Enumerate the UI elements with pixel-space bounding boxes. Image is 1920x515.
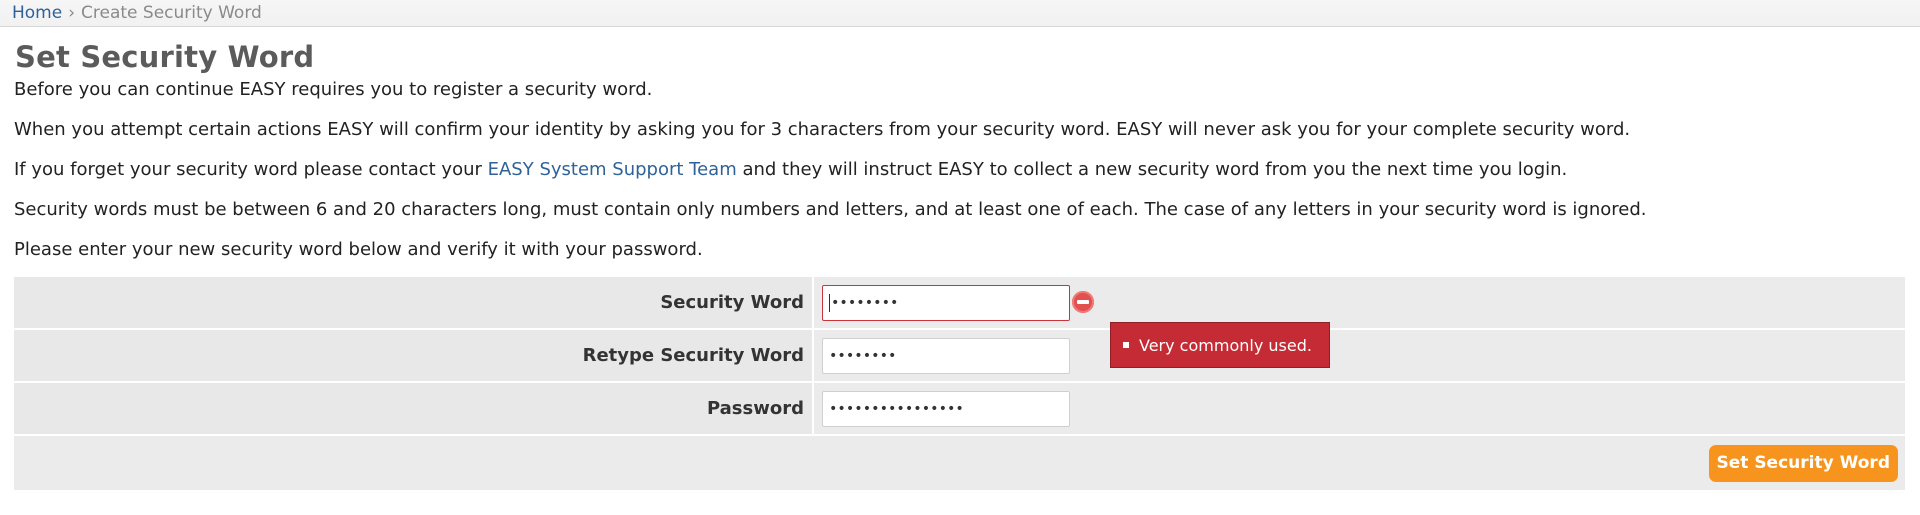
set-security-word-button[interactable]: Set Security Word [1708, 444, 1898, 482]
instruction-paragraph: Please enter your new security word belo… [14, 239, 703, 260]
support-text-before: If you forget your security word please … [14, 159, 488, 180]
breadcrumb-separator: › [68, 3, 76, 23]
error-bullet-icon [1123, 342, 1129, 348]
retype-security-word-row: Retype Security Word •••••••• [14, 330, 1905, 383]
security-word-cell: •••••••• Very commonly used. [814, 277, 1905, 368]
security-word-label: Security Word [14, 277, 814, 328]
password-row: Password •••••••••••••••• [14, 383, 1905, 436]
main-content: Set Security Word Before you can continu… [0, 40, 1920, 490]
error-message: Very commonly used. [1139, 335, 1312, 355]
form-actions: Set Security Word [14, 436, 1905, 490]
security-word-masked-value: •••••••• [831, 294, 899, 311]
retype-security-word-cell: •••••••• [814, 330, 1905, 381]
intro-paragraph: Before you can continue EASY requires yo… [14, 79, 653, 100]
page-title: Set Security Word [15, 40, 315, 74]
security-word-form: Security Word •••••••• Very commonly use… [14, 277, 1905, 490]
password-label: Password [14, 383, 814, 434]
password-masked-value: •••••••••••••••• [829, 400, 964, 417]
text-caret [829, 293, 830, 312]
support-text-after: and they will instruct EASY to collect a… [736, 159, 1568, 180]
rules-paragraph: Security words must be between 6 and 20 … [14, 199, 1647, 220]
error-tooltip: Very commonly used. [1110, 322, 1330, 368]
support-paragraph: If you forget your security word please … [14, 158, 1906, 182]
retype-masked-value: •••••••• [829, 347, 897, 364]
retype-security-word-input[interactable]: •••••••• [822, 337, 1070, 374]
breadcrumb-current: Create Security Word [81, 3, 262, 23]
security-word-row: Security Word •••••••• Very commonly use… [14, 277, 1905, 368]
password-cell: •••••••••••••••• [814, 383, 1905, 434]
identity-paragraph: When you attempt certain actions EASY wi… [14, 119, 1631, 140]
error-minus-icon [1072, 291, 1094, 313]
breadcrumb-home-link[interactable]: Home [12, 3, 62, 23]
security-word-input[interactable]: •••••••• [822, 284, 1070, 321]
retype-security-word-label: Retype Security Word [14, 330, 814, 381]
support-team-link[interactable]: EASY System Support Team [488, 159, 737, 180]
password-input[interactable]: •••••••••••••••• [822, 390, 1070, 427]
breadcrumb: Home › Create Security Word [0, 0, 1920, 27]
